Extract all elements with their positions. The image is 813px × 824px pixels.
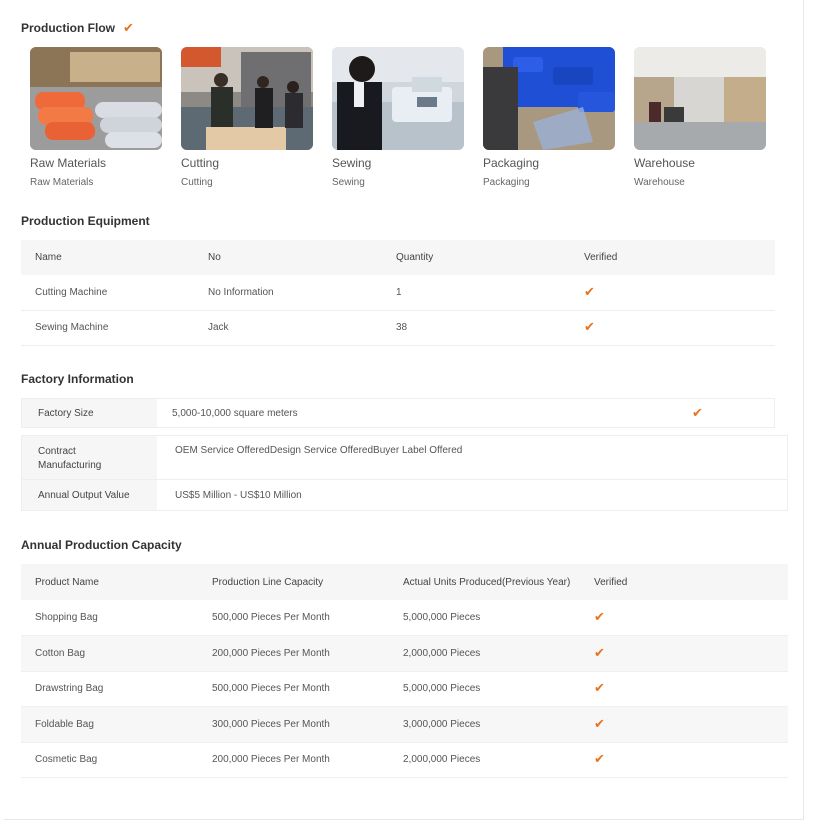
- check-icon: ✔: [594, 610, 605, 625]
- column-header-verified: Verified: [594, 564, 788, 600]
- equipment-no: No Information: [208, 275, 396, 311]
- section-title: Production Flow: [21, 21, 115, 35]
- table-row: Cotton Bag 200,000 Pieces Per Month 2,00…: [21, 635, 788, 672]
- table-row: Foldable Bag 300,000 Pieces Per Month 3,…: [21, 706, 788, 743]
- flow-step-raw-materials[interactable]: Raw Materials Raw Materials: [30, 47, 162, 188]
- column-header-line-capacity: Production Line Capacity: [212, 564, 403, 600]
- flow-step-sublabel: Warehouse: [634, 177, 685, 188]
- section-title: Factory Information: [21, 372, 134, 386]
- check-icon: ✔: [594, 645, 605, 661]
- column-header-quantity: Quantity: [396, 240, 584, 275]
- table-row: Drawstring Bag 500,000 Pieces Per Month …: [21, 671, 788, 707]
- product-name: Drawstring Bag: [21, 671, 212, 707]
- product-name: Foldable Bag: [21, 706, 212, 743]
- actual-units: 2,000,000 Pieces: [403, 635, 594, 672]
- line-capacity: 300,000 Pieces Per Month: [212, 706, 403, 743]
- actual-units: 5,000,000 Pieces: [403, 671, 594, 707]
- factory-size-label: Factory Size: [22, 399, 157, 427]
- actual-units: 2,000,000 Pieces: [403, 742, 594, 778]
- table-header-row: Product Name Production Line Capacity Ac…: [21, 564, 788, 600]
- capacity-table: Product Name Production Line Capacity Ac…: [21, 564, 788, 778]
- factory-size-row: Factory Size 5,000-10,000 square meters …: [21, 398, 775, 428]
- column-header-verified: Verified: [584, 240, 775, 275]
- sewing-photo[interactable]: [332, 47, 464, 150]
- section-title: Production Equipment: [21, 214, 150, 228]
- table-row: Cutting Machine No Information 1 ✔: [21, 275, 775, 311]
- check-icon: ✔: [123, 20, 134, 36]
- flow-step-label: Packaging: [483, 156, 540, 170]
- column-header-no: No: [208, 240, 396, 275]
- check-icon: ✔: [594, 681, 605, 697]
- column-header-actual-units: Actual Units Produced(Previous Year): [403, 564, 594, 600]
- line-capacity: 500,000 Pieces Per Month: [212, 600, 403, 636]
- product-name: Cosmetic Bag: [21, 742, 212, 778]
- production-flow-list: Raw Materials Raw Materials Cutting Cutt…: [30, 47, 766, 188]
- product-name: Cotton Bag: [21, 635, 212, 672]
- equipment-name: Cutting Machine: [21, 275, 208, 311]
- check-icon: ✔: [584, 320, 595, 335]
- flow-step-sewing[interactable]: Sewing Sewing: [332, 47, 464, 188]
- line-capacity: 500,000 Pieces Per Month: [212, 671, 403, 707]
- column-header-name: Name: [21, 240, 208, 275]
- packaging-photo[interactable]: [483, 47, 615, 150]
- factory-size-value: 5,000-10,000 square meters: [172, 407, 298, 419]
- flow-step-label: Cutting: [181, 156, 220, 170]
- flow-step-sublabel: Packaging: [483, 177, 530, 188]
- flow-step-label: Warehouse: [634, 156, 695, 170]
- raw-materials-photo[interactable]: [30, 47, 162, 150]
- contract-manufacturing-value: OEM Service OfferedDesign Service Offere…: [175, 445, 463, 456]
- warehouse-photo[interactable]: [634, 47, 766, 150]
- flow-step-label: Sewing: [332, 156, 372, 170]
- equipment-table: Name No Quantity Verified Cutting Machin…: [21, 240, 775, 346]
- check-icon: ✔: [594, 716, 605, 732]
- actual-units: 5,000,000 Pieces: [403, 600, 594, 636]
- annual-output-label: Annual Output Value: [22, 480, 157, 510]
- flow-step-sublabel: Sewing: [332, 177, 365, 188]
- flow-step-label: Raw Materials: [30, 156, 107, 170]
- line-capacity: 200,000 Pieces Per Month: [212, 635, 403, 672]
- contract-manufacturing-label: Contract Manufacturing: [22, 436, 157, 479]
- table-header-row: Name No Quantity Verified: [21, 240, 775, 275]
- table-row: Sewing Machine Jack 38 ✔: [21, 310, 775, 346]
- equipment-no: Jack: [208, 310, 396, 346]
- equipment-quantity: 38: [396, 310, 584, 346]
- equipment-name: Sewing Machine: [21, 310, 208, 346]
- check-icon: ✔: [584, 284, 595, 300]
- flow-step-warehouse[interactable]: Warehouse Warehouse: [634, 47, 766, 188]
- annual-output-value: US$5 Million - US$10 Million: [175, 489, 302, 501]
- flow-step-sublabel: Raw Materials: [30, 177, 94, 188]
- factory-details: Contract Manufacturing OEM Service Offer…: [21, 435, 788, 511]
- flow-step-sublabel: Cutting: [181, 177, 213, 188]
- cutting-photo[interactable]: [181, 47, 313, 150]
- check-icon: ✔: [692, 405, 703, 421]
- column-header-product: Product Name: [21, 564, 212, 600]
- flow-step-packaging[interactable]: Packaging Packaging: [483, 47, 615, 188]
- line-capacity: 200,000 Pieces Per Month: [212, 742, 403, 778]
- section-title: Annual Production Capacity: [21, 538, 182, 552]
- table-row: Cosmetic Bag 200,000 Pieces Per Month 2,…: [21, 742, 788, 778]
- flow-step-cutting[interactable]: Cutting Cutting: [181, 47, 313, 188]
- actual-units: 3,000,000 Pieces: [403, 706, 594, 743]
- production-flow-header: Production Flow ✔: [21, 21, 134, 35]
- check-icon: ✔: [594, 752, 605, 768]
- equipment-quantity: 1: [396, 275, 584, 311]
- table-row: Shopping Bag 500,000 Pieces Per Month 5,…: [21, 600, 788, 636]
- annual-output-row: Annual Output Value US$5 Million - US$10…: [22, 480, 787, 510]
- contract-manufacturing-row: Contract Manufacturing OEM Service Offer…: [22, 436, 787, 480]
- product-name: Shopping Bag: [21, 600, 212, 636]
